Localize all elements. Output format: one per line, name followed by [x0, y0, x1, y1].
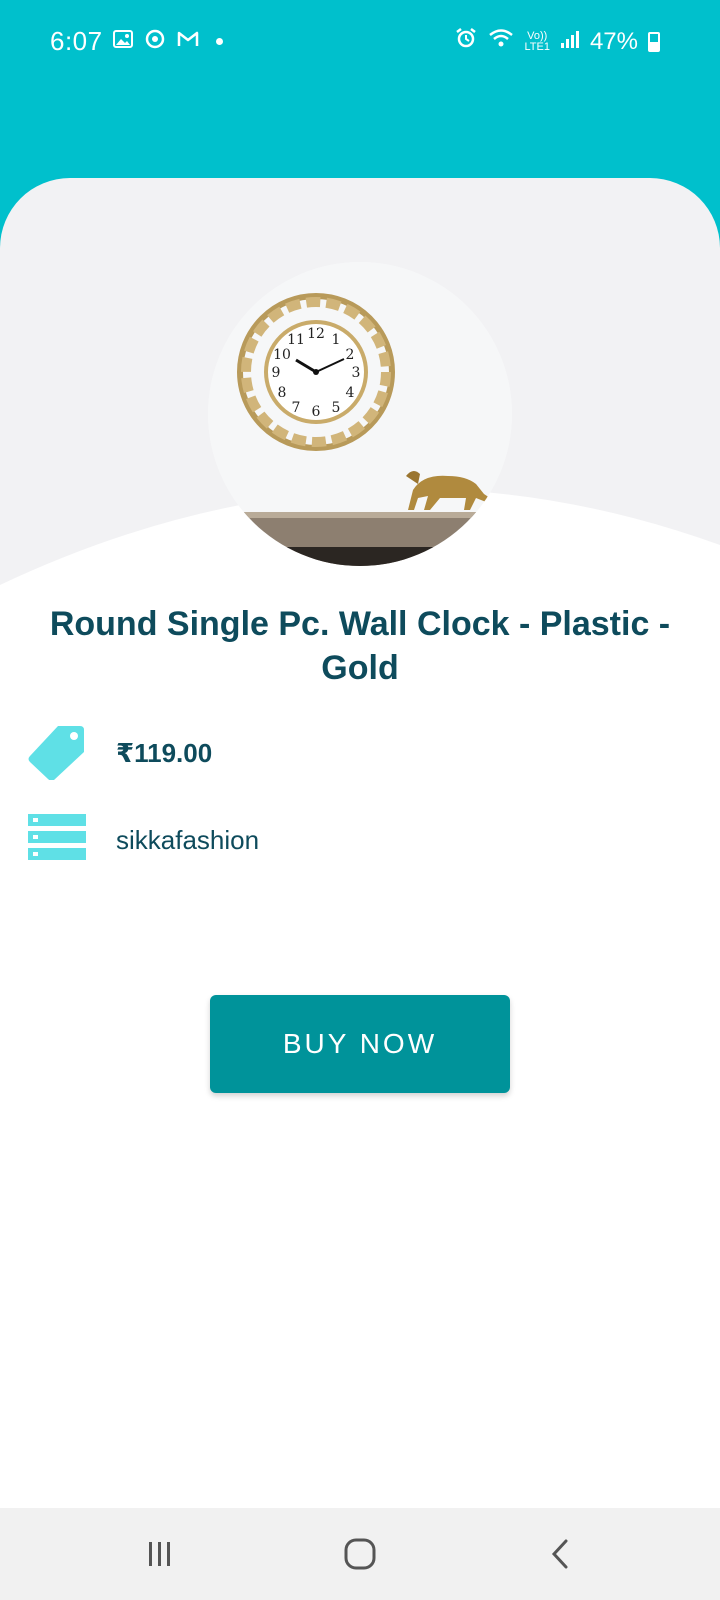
more-notifications-dot [216, 38, 223, 45]
status-time: 6:07 [50, 26, 103, 56]
list-icon [28, 814, 86, 867]
volte-label: Vo)) [527, 29, 548, 42]
network-label: LTE1 [524, 40, 550, 53]
seller-row: sikkafashion [28, 814, 259, 867]
price-tag-icon [28, 722, 86, 785]
seller-name: sikkafashion [116, 825, 260, 855]
sync-icon [144, 28, 166, 55]
home-button[interactable] [320, 1524, 400, 1584]
alarm-icon [454, 26, 478, 57]
wall-clock-image: 12 6 3 9 1 2 4 5 7 8 10 11 [208, 262, 512, 566]
svg-text:1: 1 [332, 332, 341, 348]
svg-text:9: 9 [272, 365, 281, 381]
battery-percent: 47% [589, 27, 638, 55]
svg-text:10: 10 [273, 347, 291, 363]
svg-text:3: 3 [352, 365, 361, 381]
status-bar: 6:07 Vo)) LTE1 47% [0, 0, 720, 84]
home-icon [344, 1538, 376, 1570]
svg-text:7: 7 [292, 400, 301, 416]
svg-text:8: 8 [278, 385, 287, 401]
gmail-icon [176, 28, 200, 55]
notification-icons [112, 28, 223, 55]
svg-text:5: 5 [332, 400, 341, 416]
status-right: Vo)) LTE1 47% [454, 26, 660, 57]
system-navigation-bar [0, 1508, 720, 1600]
svg-text:4: 4 [346, 385, 355, 401]
recents-button[interactable] [120, 1524, 200, 1584]
recents-icon [149, 1542, 170, 1566]
back-icon [551, 1539, 568, 1569]
product-price: ₹119.00 [116, 738, 213, 768]
svg-text:6: 6 [312, 404, 321, 420]
buy-now-button[interactable]: BUY NOW [210, 995, 510, 1093]
svg-text:11: 11 [287, 332, 305, 348]
battery-icon [648, 31, 660, 52]
volte-indicator: Vo)) LTE1 [524, 29, 550, 53]
back-button[interactable] [520, 1524, 600, 1584]
wifi-icon [488, 27, 514, 56]
product-title: Round Single Pc. Wall Clock - Plastic - … [49, 605, 671, 687]
price-row: ₹119.00 [28, 722, 212, 785]
svg-text:2: 2 [346, 347, 355, 363]
svg-text:12: 12 [307, 326, 325, 342]
signal-icon [560, 28, 580, 56]
gallery-icon [112, 28, 134, 55]
product-image: 12 6 3 9 1 2 4 5 7 8 10 11 [208, 262, 512, 566]
